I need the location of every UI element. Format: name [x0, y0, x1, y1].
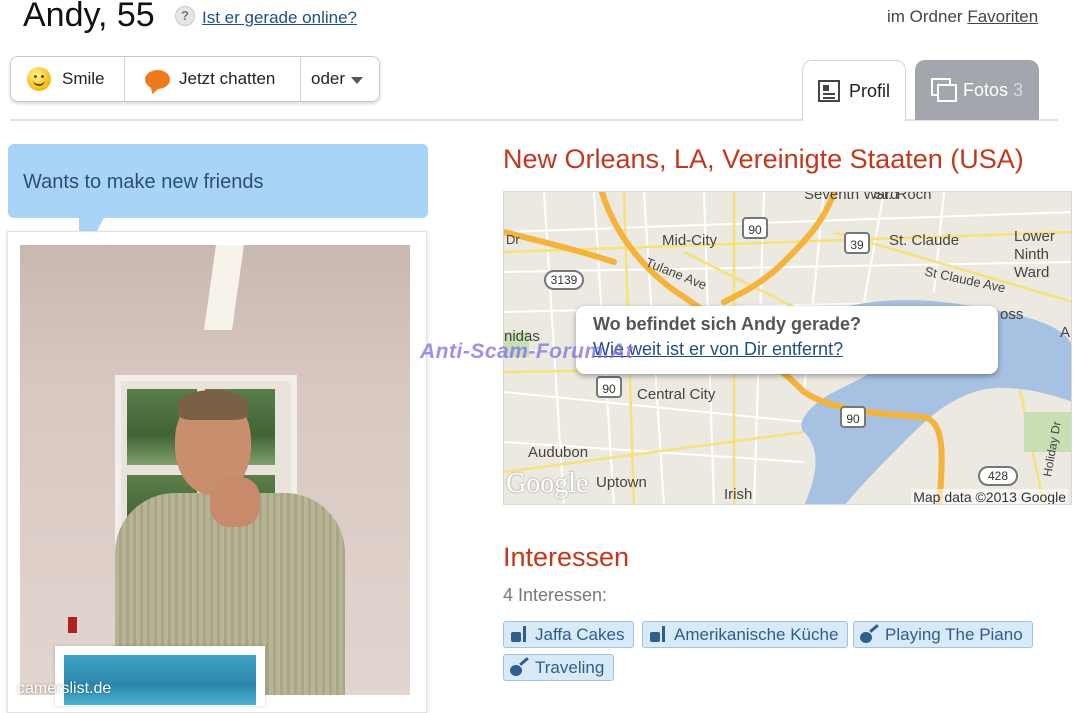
- chat-button-label: Jetzt chatten: [179, 69, 276, 88]
- online-status-link[interactable]: Ist er gerade online?: [202, 8, 357, 28]
- favorites-link[interactable]: Favoriten: [967, 7, 1038, 26]
- map-label-st-roch: St. Roch: [874, 191, 932, 203]
- route-shield-3139: 3139: [544, 270, 584, 290]
- watermark-text: Anti-Scam-Forum.At: [420, 340, 634, 363]
- interest-tag[interactable]: Amerikanische Küche: [642, 621, 849, 648]
- map-label-mid-city: Mid-City: [662, 232, 717, 249]
- interest-tag[interactable]: Playing The Piano: [853, 621, 1033, 648]
- tab-profil-label: Profil: [848, 80, 890, 101]
- map-label-oss: oss: [1000, 306, 1024, 323]
- profile-card-icon: [817, 80, 840, 102]
- smile-button[interactable]: Smile: [11, 57, 125, 101]
- photo-watermark: camerslist.de: [17, 680, 112, 697]
- interests-title: Interessen: [503, 542, 630, 572]
- map-label-central-city: Central City: [637, 386, 716, 403]
- food-icon: [649, 626, 669, 643]
- more-actions-dropdown[interactable]: oder: [301, 57, 364, 101]
- distance-link[interactable]: Wie weit ist er von Dir entfernt?: [593, 339, 998, 360]
- highway-shield-90-east: 90: [840, 406, 866, 428]
- help-icon[interactable]: ?: [175, 6, 195, 26]
- tab-profil[interactable]: Profil: [802, 60, 906, 121]
- guitar-icon: [510, 659, 530, 676]
- map-info-popup: Wo befindet sich Andy gerade? Wie weit i…: [576, 306, 998, 374]
- tab-fotos[interactable]: Fotos 3: [915, 60, 1039, 120]
- profile-name-age: Andy, 55: [23, 0, 155, 34]
- chat-button[interactable]: Jetzt chatten: [125, 57, 301, 101]
- interest-tag[interactable]: Traveling: [503, 654, 615, 681]
- map-popup-question: Wo befindet sich Andy gerade?: [593, 314, 862, 334]
- map-label-uptown: Uptown: [596, 474, 647, 491]
- interest-tag-label: Playing The Piano: [885, 624, 1023, 644]
- map-label-audubon: Audubon: [528, 444, 589, 461]
- interest-tag[interactable]: Jaffa Cakes: [503, 621, 635, 648]
- map-attribution: Map data ©2013 Google: [911, 489, 1068, 505]
- google-logo: Google: [506, 468, 589, 499]
- photos-icon: [930, 78, 957, 102]
- map-label-st-claude: St. Claude: [889, 232, 960, 249]
- food-icon: [510, 626, 530, 643]
- map-label-dr: Dr: [506, 232, 520, 247]
- status-text: Wants to make new friends: [23, 171, 264, 193]
- guitar-icon: [860, 626, 880, 643]
- interests-count: 4 Interessen:: [503, 585, 608, 605]
- folder-info: im Ordner Favoriten: [887, 7, 1038, 27]
- chat-bubble-icon: [145, 69, 170, 89]
- tab-fotos-count: 3: [1013, 79, 1024, 100]
- smiley-icon: [27, 67, 51, 91]
- route-shield-428: 428: [978, 466, 1018, 486]
- highway-shield-90-west: 90: [596, 376, 622, 398]
- highway-shield-90: 90: [742, 217, 768, 239]
- folder-prefix: im Ordner: [887, 7, 963, 26]
- smile-button-label: Smile: [62, 69, 105, 88]
- interest-tag-label: Amerikanische Küche: [674, 624, 839, 644]
- map-label-irish: Irish: [724, 486, 753, 503]
- chevron-down-icon: [351, 76, 364, 84]
- location-title: New Orleans, LA, Vereinigte Staaten (USA…: [503, 144, 1024, 174]
- map-label-lower-ninth-ward: Lower Ninth Ward: [1014, 228, 1055, 281]
- interest-tag-label: Traveling: [535, 657, 605, 677]
- action-bar: Smile Jetzt chatten oder: [10, 56, 380, 102]
- tab-fotos-label: Fotos: [962, 79, 1008, 100]
- map-label-a: A: [1060, 324, 1071, 341]
- interest-tag-label: Jaffa Cakes: [535, 624, 625, 644]
- more-actions-label: oder: [311, 69, 346, 88]
- route-shield-39: 39: [844, 232, 870, 254]
- profile-photo[interactable]: [20, 245, 410, 695]
